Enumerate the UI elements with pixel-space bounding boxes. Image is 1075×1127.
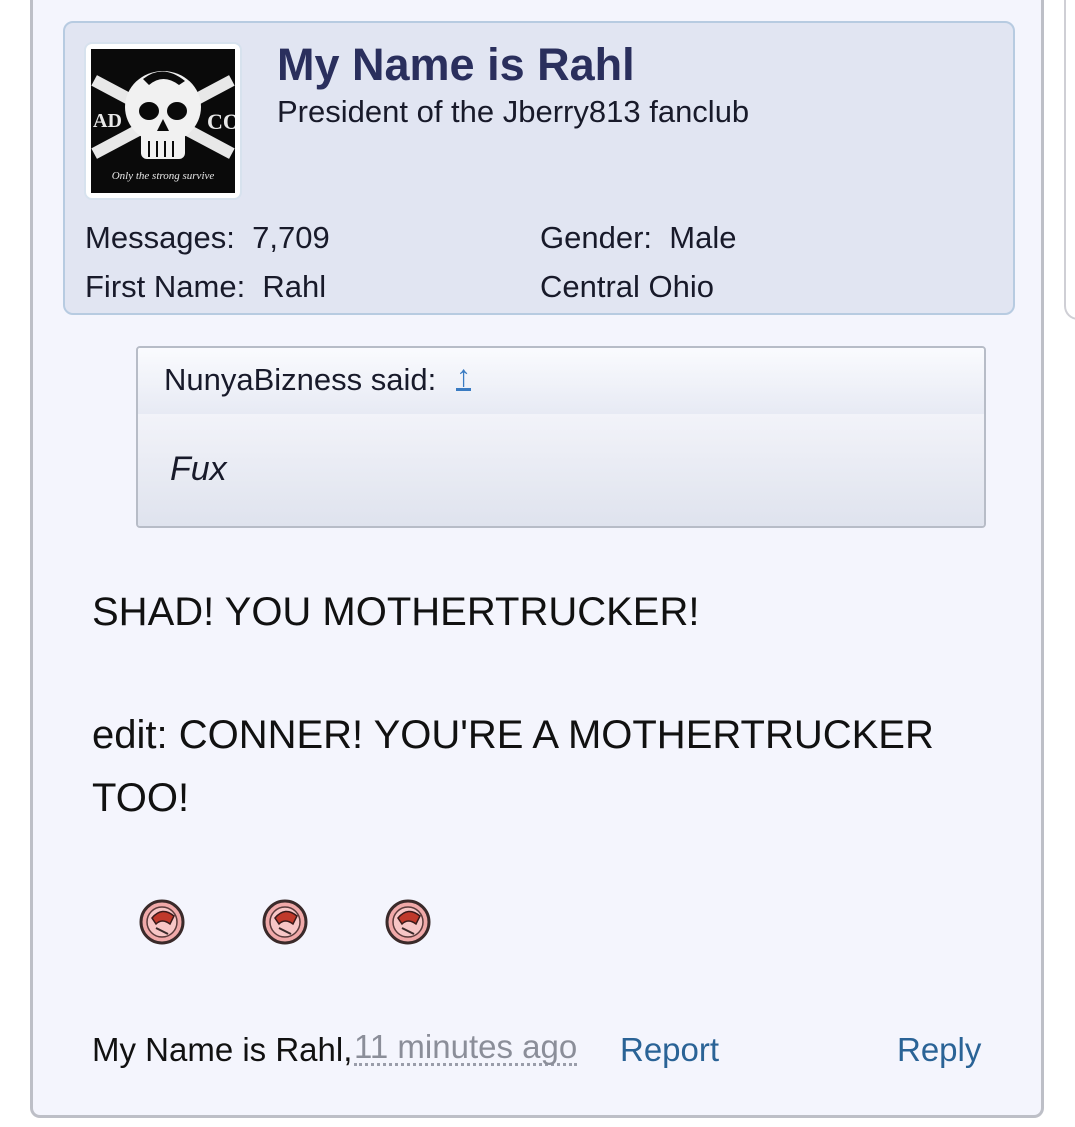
avatar-left-text: AD [93,110,122,132]
page: AD CO Only the strong survive My Name is… [0,0,1075,1127]
quote-body: Fux [138,414,984,526]
footer-author[interactable]: My Name is Rahl, [92,1031,352,1069]
first-name-label: First Name: [85,269,246,304]
message-line-3: TOO! [92,776,190,820]
post-timestamp[interactable]: 11 minutes ago [354,1030,578,1066]
first-name-stat: First Name: Rahl [85,269,326,305]
up-arrow-icon[interactable]: ↑ [456,360,471,394]
message-line-2: edit: CONNER! YOU'RE A MOTHERTRUCKER [92,713,934,757]
adjacent-panel-edge [1064,0,1075,320]
gender-stat: Gender: Male [540,220,736,256]
bandaged-face-icon [385,899,431,945]
messages-label: Messages: [85,220,235,255]
messages-stat: Messages: 7,709 [85,220,330,256]
skull-icon: AD CO Only the strong survive [91,49,235,193]
gender-value: Male [669,220,737,255]
report-link[interactable]: Report [620,1031,719,1069]
avatar-right-text: CO [207,109,235,134]
user-title: President of the Jberry813 fanclub [277,94,750,129]
quote-author: NunyaBizness said: [164,362,437,397]
location: Central Ohio [540,269,715,304]
message-line-1: SHAD! YOU MOTHERTRUCKER! [92,590,700,634]
username[interactable]: My Name is Rahl [277,39,635,91]
quote-block: NunyaBizness said: ↑ Fux [136,346,986,528]
avatar-motto: Only the strong survive [112,170,215,182]
bandaged-face-icon [262,899,308,945]
user-info-box: AD CO Only the strong survive My Name is… [63,21,1015,315]
bandaged-face-icon [139,899,185,945]
reply-link[interactable]: Reply [897,1031,981,1069]
quote-header: NunyaBizness said: ↑ [138,348,984,414]
gender-label: Gender: [540,220,653,255]
avatar[interactable]: AD CO Only the strong survive [84,42,242,200]
messages-value: 7,709 [252,220,330,255]
quote-text: Fux [170,450,227,488]
first-name-value: Rahl [262,269,327,304]
